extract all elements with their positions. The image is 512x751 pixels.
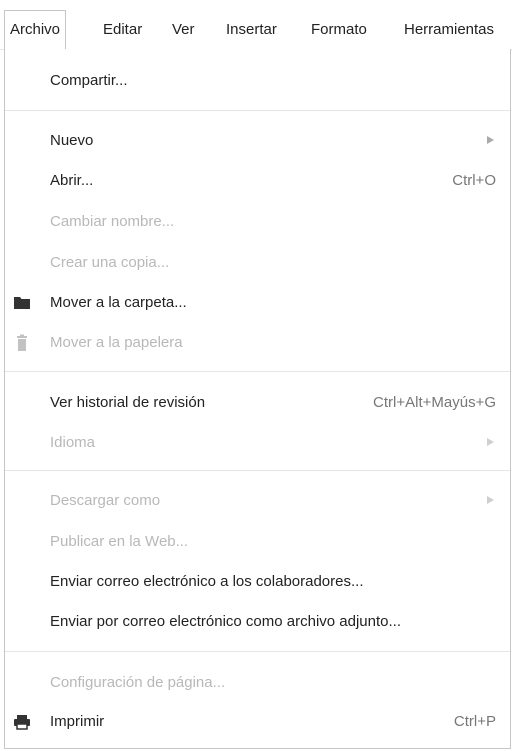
- menu-item-label: Enviar correo electrónico a los colabora…: [50, 573, 364, 590]
- menu-item-publish: Publicar en la Web...: [5, 525, 510, 558]
- menu-separator: [5, 651, 510, 652]
- menu-item-move-folder[interactable]: Mover a la carpeta...: [5, 286, 510, 319]
- docs-file-menu-screen: Archivo Editar Ver Insertar Formato Herr…: [0, 0, 512, 751]
- menu-item-label: Ver historial de revisión: [50, 394, 206, 411]
- menu-item-label: Imprimir: [50, 713, 105, 730]
- menu-item-copy: Crear una copia...: [5, 246, 510, 279]
- menu-item-history[interactable]: Ver historial de revisión Ctrl+Alt+Mayús…: [5, 386, 510, 419]
- trash-icon: [17, 334, 27, 351]
- menu-herramientas[interactable]: Herramientas: [404, 11, 494, 50]
- menu-item-label: Compartir...: [50, 72, 128, 89]
- menu-item-shortcut: Ctrl+O: [452, 172, 496, 189]
- menu-item-print[interactable]: Imprimir Ctrl+P: [5, 705, 510, 738]
- menu-item-trash: Mover a la papelera: [5, 326, 510, 359]
- menu-item-label: Nuevo: [50, 132, 94, 149]
- menu-item-share[interactable]: Compartir...: [5, 64, 510, 97]
- menu-item-language: Idioma: [5, 426, 510, 459]
- menu-item-email-attachment[interactable]: Enviar por correo electrónico como archi…: [5, 605, 510, 638]
- menu-separator: [5, 110, 510, 111]
- menu-item-shortcut: Ctrl+P: [453, 713, 496, 730]
- menu-item-open[interactable]: Abrir... Ctrl+O: [5, 164, 510, 197]
- menu-archivo[interactable]: Archivo: [4, 10, 67, 51]
- menu-separator: [5, 470, 510, 471]
- menu-formato[interactable]: Formato: [311, 11, 367, 50]
- menu-ver[interactable]: Ver: [172, 11, 195, 50]
- menu-item-label: Idioma: [50, 434, 96, 451]
- menu-item-label: Crear una copia...: [50, 254, 170, 271]
- menu-item-rename: Cambiar nombre...: [5, 205, 510, 238]
- menu-item-label: Mover a la papelera: [50, 334, 183, 351]
- menu-item-label: Mover a la carpeta...: [50, 294, 187, 311]
- menu-item-label: Enviar por correo electrónico como archi…: [50, 613, 402, 630]
- menu-insertar[interactable]: Insertar: [226, 11, 277, 50]
- menu-item-new[interactable]: Nuevo: [5, 124, 510, 157]
- submenu-arrow-icon: [487, 136, 494, 144]
- menu-item-label: Configuración de página...: [50, 674, 226, 691]
- folder-icon: [14, 297, 30, 309]
- menu-item-page-setup: Configuración de página...: [5, 666, 510, 699]
- menu-item-download: Descargar como: [5, 484, 510, 517]
- printer-icon: [14, 715, 30, 730]
- menu-item-email-collaborators[interactable]: Enviar correo electrónico a los colabora…: [5, 565, 510, 598]
- menu-item-shortcut: Ctrl+Alt+Mayús+G: [373, 394, 496, 411]
- menu-bar: Archivo Editar Ver Insertar Formato Herr…: [0, 0, 512, 51]
- menu-separator: [5, 371, 510, 372]
- menu-editar[interactable]: Editar: [103, 11, 142, 50]
- menu-item-label: Descargar como: [50, 492, 161, 509]
- file-menu-dropdown: Compartir... Nuevo Abrir... Ctrl+O Cambi…: [4, 49, 511, 749]
- submenu-arrow-icon: [487, 496, 494, 504]
- submenu-arrow-icon: [487, 438, 494, 446]
- menu-item-label: Publicar en la Web...: [50, 533, 189, 550]
- menu-item-label: Cambiar nombre...: [50, 213, 175, 230]
- menu-item-label: Abrir...: [50, 172, 94, 189]
